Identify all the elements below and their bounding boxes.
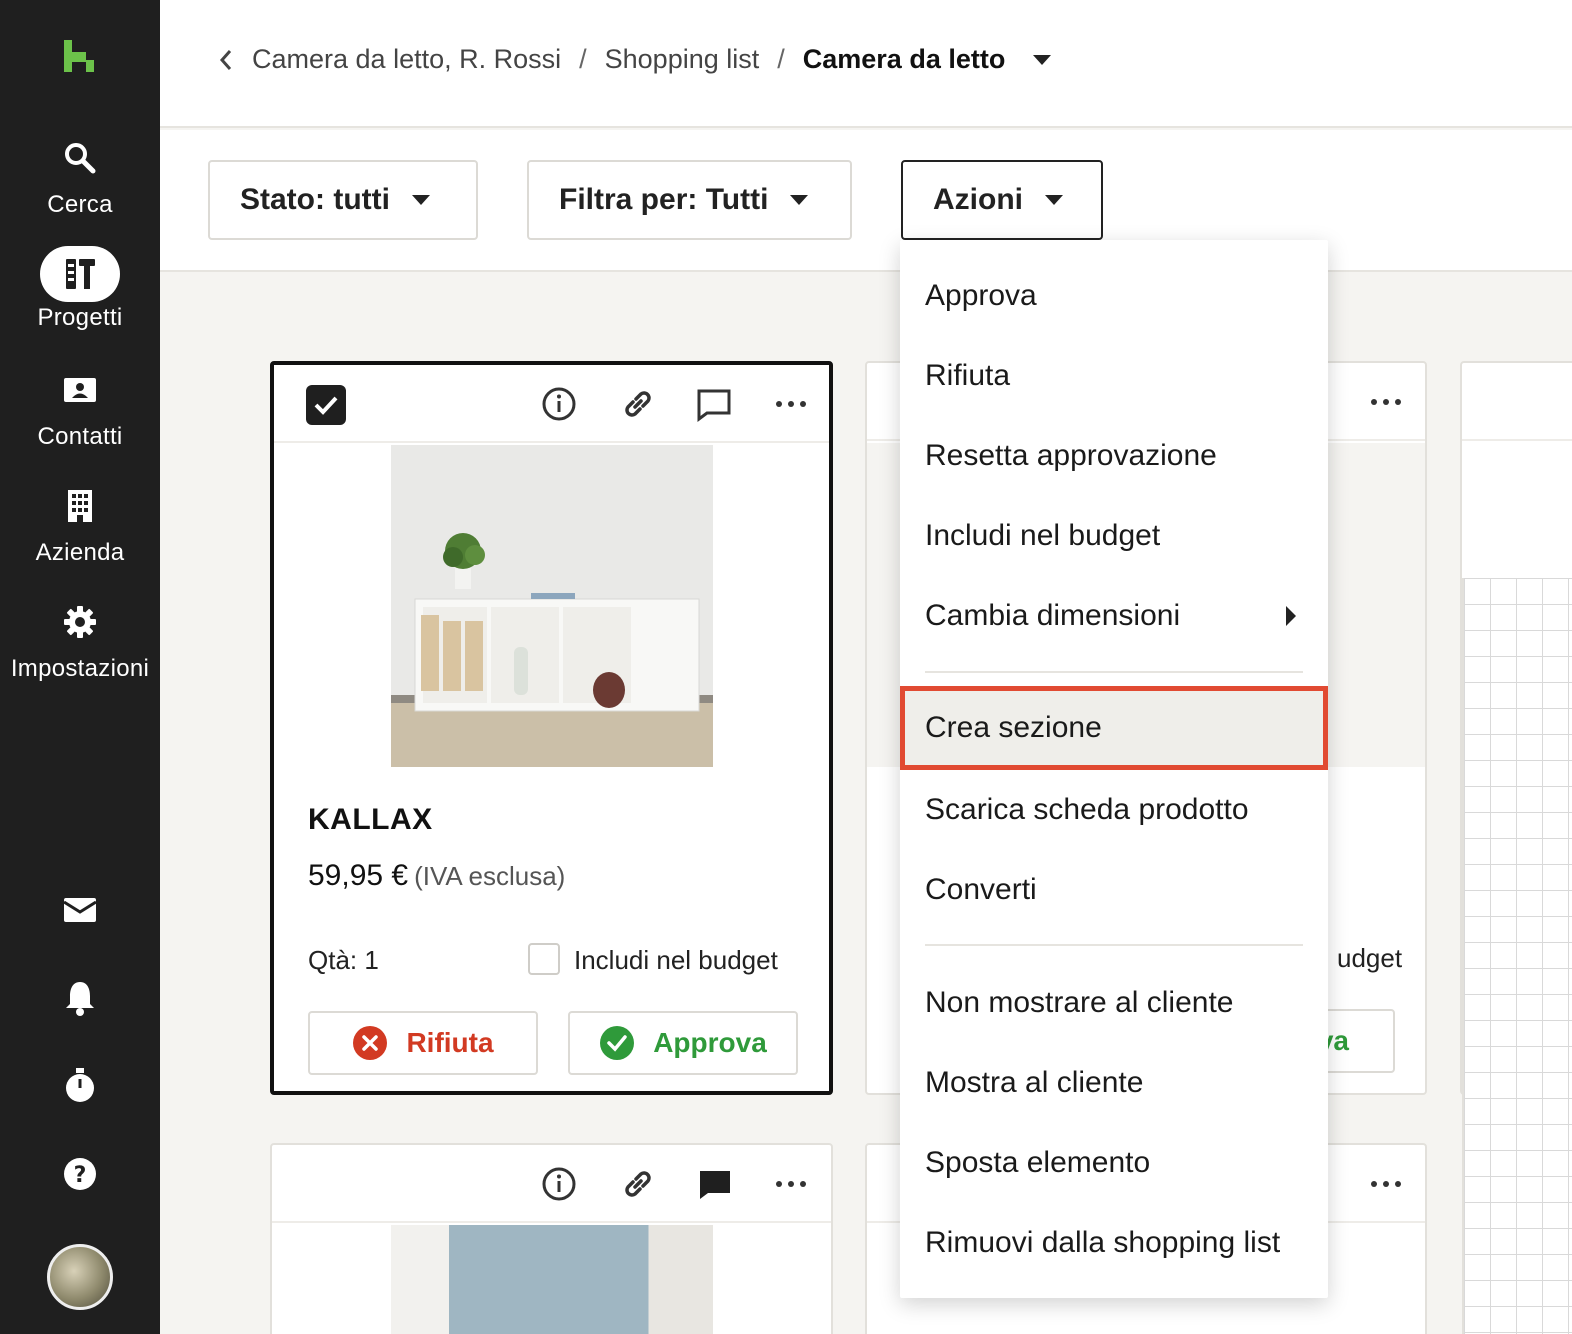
- user-avatar[interactable]: [47, 1244, 113, 1310]
- reject-icon: [353, 1026, 388, 1060]
- timer-icon[interactable]: [60, 1066, 100, 1106]
- price-value: 59,95 €: [308, 859, 409, 892]
- search-icon: [65, 143, 96, 174]
- nav-search-label: Cerca: [47, 191, 113, 218]
- menu-item-include-budget[interactable]: Includi nel budget: [900, 496, 1328, 576]
- product-image[interactable]: [391, 1225, 713, 1334]
- menu-item-reject[interactable]: Rifiuta: [900, 336, 1328, 416]
- more-icon[interactable]: [772, 385, 810, 423]
- menu-item-approve[interactable]: Approva: [900, 256, 1328, 336]
- projects-icon: [66, 259, 95, 289]
- status-filter-label: Stato: tutti: [240, 183, 390, 216]
- check-icon: [314, 396, 338, 415]
- card-toolbar: [272, 1145, 831, 1223]
- actions-menu: Approva Rifiuta Resetta approvazione Inc…: [900, 240, 1328, 1298]
- vat-note: (IVA esclusa): [414, 861, 566, 891]
- menu-item-reset-approval[interactable]: Resetta approvazione: [900, 416, 1328, 496]
- info-icon[interactable]: [540, 385, 578, 423]
- product-title[interactable]: KALLAX: [308, 803, 433, 837]
- breadcrumb: Camera da letto, R. Rossi / Shopping lis…: [218, 44, 1052, 75]
- menu-item-convert[interactable]: Converti: [900, 850, 1328, 930]
- product-image[interactable]: [391, 445, 713, 767]
- top-header: Camera da letto, R. Rossi / Shopping lis…: [160, 0, 1572, 128]
- menu-item-hide-from-client[interactable]: Non mostrare al cliente: [900, 963, 1328, 1043]
- nav-contacts-label: Contatti: [37, 423, 123, 450]
- nav-projects[interactable]: Progetti: [0, 246, 160, 332]
- reject-label: Rifiuta: [406, 1027, 494, 1058]
- nav-settings[interactable]: Impostazioni: [0, 604, 160, 683]
- link-icon[interactable]: [619, 1165, 657, 1203]
- building-icon: [68, 490, 92, 522]
- chevron-down-icon: [790, 195, 809, 205]
- include-budget-label: udget: [1337, 943, 1403, 973]
- sidebar: Cerca Progetti Contatti Azienda Impostaz…: [0, 0, 160, 1334]
- shelf-photo: [391, 445, 713, 767]
- bell-icon[interactable]: [60, 978, 100, 1018]
- include-budget-checkbox[interactable]: [528, 943, 560, 975]
- menu-divider: [925, 944, 1303, 946]
- nav-search[interactable]: Cerca: [0, 140, 160, 219]
- nav-company-label: Azienda: [35, 539, 125, 566]
- approve-button[interactable]: Approva: [568, 1011, 798, 1075]
- link-icon[interactable]: [619, 385, 657, 423]
- filter-by-label: Filtra per: Tutti: [559, 183, 769, 216]
- info-icon[interactable]: [540, 1165, 578, 1203]
- menu-item-remove[interactable]: Rimuovi dalla shopping list: [900, 1203, 1328, 1283]
- actions-dropdown[interactable]: Azioni: [901, 160, 1103, 240]
- chevron-down-icon[interactable]: [1033, 54, 1052, 65]
- gear-icon: [64, 606, 96, 638]
- product-card[interactable]: KALLAX 59,95 € (IVA esclusa) Qtà: 1 Inclu…: [270, 361, 833, 1095]
- menu-item-download-sheet[interactable]: Scarica scheda prodotto: [900, 770, 1328, 850]
- nav-company[interactable]: Azienda: [0, 488, 160, 567]
- actions-label: Azioni: [933, 183, 1023, 216]
- product-price: 59,95 € (IVA esclusa): [308, 859, 565, 893]
- filter-by-dropdown[interactable]: Filtra per: Tutti: [527, 160, 852, 240]
- svg-text:?: ?: [74, 1163, 87, 1188]
- menu-item-show-to-client[interactable]: Mostra al cliente: [900, 1043, 1328, 1123]
- comment-icon[interactable]: [695, 385, 733, 423]
- menu-item-move[interactable]: Sposta elemento: [900, 1123, 1328, 1203]
- menu-item-change-size[interactable]: Cambia dimensioni: [900, 576, 1328, 656]
- nav-settings-label: Impostazioni: [10, 655, 150, 682]
- help-icon[interactable]: ?: [60, 1154, 100, 1194]
- comment-filled-icon[interactable]: [696, 1165, 734, 1203]
- logo-icon[interactable]: [62, 38, 96, 74]
- menu-divider: [925, 671, 1303, 673]
- breadcrumb-current[interactable]: Camera da letto: [803, 44, 1006, 75]
- status-filter-dropdown[interactable]: Stato: tutti: [208, 160, 478, 240]
- grid-image: [1462, 578, 1572, 1334]
- filter-toolbar: Stato: tutti Filtra per: Tutti Azioni: [160, 130, 1572, 272]
- nav-contacts[interactable]: Contatti: [0, 372, 160, 451]
- more-icon[interactable]: [1367, 1165, 1405, 1203]
- nav-projects-label: Progetti: [37, 304, 123, 331]
- contacts-icon: [64, 378, 96, 402]
- more-icon[interactable]: [1367, 383, 1405, 421]
- chevron-left-icon[interactable]: [218, 47, 234, 73]
- mail-icon[interactable]: [60, 890, 100, 930]
- quantity-label: Qtà: 1: [308, 945, 379, 975]
- approve-icon: [600, 1026, 635, 1060]
- card-toolbar: [1462, 363, 1572, 441]
- chevron-down-icon: [1045, 195, 1063, 205]
- nav-active-indicator: [40, 246, 120, 302]
- breadcrumb-separator: /: [777, 44, 785, 74]
- breadcrumb-separator: /: [579, 44, 587, 74]
- menu-item-change-size-label: Cambia dimensioni: [925, 599, 1181, 632]
- chevron-right-icon: [1286, 606, 1296, 626]
- include-budget-label: Includi nel budget: [574, 945, 778, 975]
- menu-item-create-section[interactable]: Crea sezione: [900, 686, 1328, 770]
- breadcrumb-project[interactable]: Camera da letto, R. Rossi: [252, 44, 561, 75]
- product-card[interactable]: [270, 1143, 833, 1334]
- card-toolbar: [274, 365, 829, 443]
- approve-label: Approva: [653, 1027, 767, 1058]
- select-checkbox[interactable]: [306, 385, 346, 425]
- chevron-down-icon: [411, 195, 430, 205]
- breadcrumb-shopping-list[interactable]: Shopping list: [605, 44, 760, 75]
- more-icon[interactable]: [772, 1165, 810, 1203]
- reject-button[interactable]: Rifiuta: [308, 1011, 538, 1075]
